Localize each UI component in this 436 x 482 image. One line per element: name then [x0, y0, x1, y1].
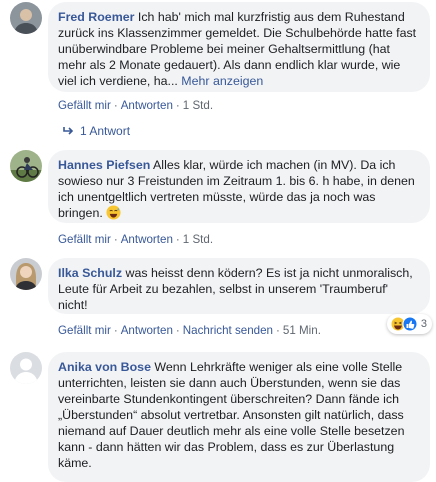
comment-text: Wenn Lehrkräfte weniger als eine volle S…	[58, 360, 405, 470]
separator: ·	[175, 324, 180, 337]
send-message-link[interactable]: Nachricht senden	[183, 324, 273, 337]
separator: ·	[113, 324, 118, 337]
separator: ·	[113, 233, 118, 246]
reaction-count: 3	[420, 318, 427, 330]
comment-bubble: Ilka Schulz was heisst denn ködern? Es i…	[48, 258, 430, 314]
separator: ·	[113, 99, 118, 112]
author-name[interactable]: Ilka Schulz	[58, 266, 122, 280]
reply-link[interactable]: Antworten	[121, 324, 173, 337]
avatar-hannes-image	[10, 150, 42, 182]
like-link[interactable]: Gefällt mir	[58, 233, 111, 246]
author-name[interactable]: Anika von Bose	[58, 360, 151, 374]
reply-link[interactable]: Antworten	[121, 233, 173, 246]
comment-bubble: Anika von Bose Wenn Lehrkräfte weniger a…	[48, 352, 430, 482]
avatar[interactable]	[10, 352, 42, 384]
show-more-link[interactable]: Mehr anzeigen	[181, 74, 263, 88]
author-name[interactable]: Fred Roemer	[58, 10, 134, 24]
grinning-sweat-emoji-icon	[106, 205, 121, 224]
avatar-fred-image	[10, 2, 42, 34]
separator: ·	[276, 324, 280, 337]
timestamp[interactable]: 1 Std.	[183, 233, 213, 246]
reactions-summary[interactable]: 3	[386, 314, 432, 334]
avatar[interactable]	[10, 258, 42, 290]
avatar-ilka-image	[10, 258, 42, 290]
comment-bubble: Hannes Piefsen Alles klar, würde ich mac…	[48, 150, 430, 223]
like-reaction-icon	[402, 316, 418, 332]
avatar[interactable]	[10, 2, 42, 34]
reply-link[interactable]: Antworten	[121, 99, 173, 112]
reply-count: 1 Antwort	[80, 124, 131, 138]
separator: ·	[175, 233, 180, 246]
view-replies-link[interactable]: 1 Antwort	[62, 124, 130, 138]
like-link[interactable]: Gefällt mir	[58, 99, 111, 112]
timestamp[interactable]: 51 Min.	[283, 324, 321, 337]
avatar[interactable]	[10, 150, 42, 182]
separator: ·	[175, 99, 180, 112]
default-avatar-icon	[10, 352, 42, 384]
timestamp[interactable]: 1 Std.	[183, 99, 213, 112]
comment-actions: Gefällt mir · Antworten · 1 Std.	[58, 99, 213, 112]
comment-actions: Gefällt mir · Antworten · Nachricht senden · 5…	[58, 324, 321, 337]
comment-bubble: Fred Roemer Ich hab' mich mal kurzfristi…	[48, 2, 430, 92]
reaction-icons	[390, 316, 418, 332]
author-name[interactable]: Hannes Piefsen	[58, 158, 150, 172]
comment-actions: Gefällt mir · Antworten · 1 Std.	[58, 233, 213, 246]
reply-arrow-icon	[63, 127, 74, 135]
like-link[interactable]: Gefällt mir	[58, 324, 111, 337]
